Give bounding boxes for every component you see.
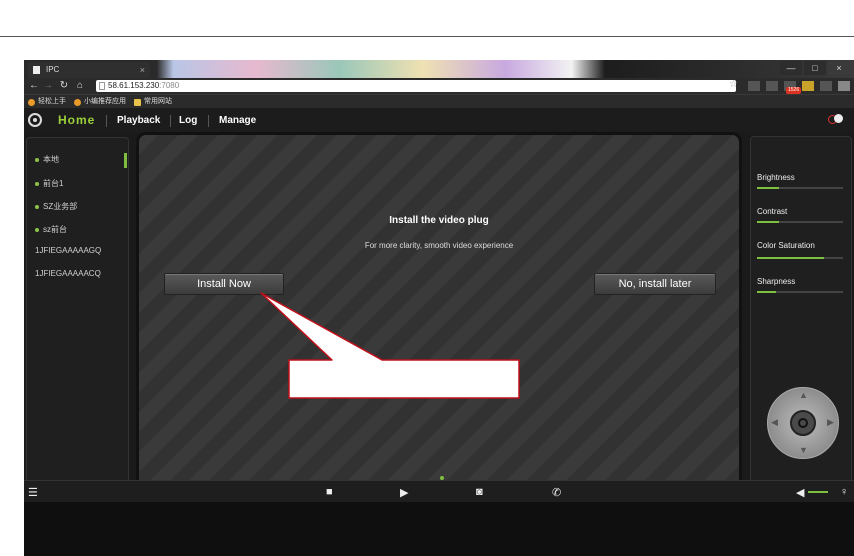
chrome-store-icon (74, 99, 81, 106)
playback-control-bar: ☰ ■ ▶ ◙ ✆ ◀ ♀ (24, 476, 854, 503)
app-logo-icon (28, 113, 42, 127)
window-controls: — □ × (780, 61, 850, 75)
reload-icon[interactable]: ↻ (58, 79, 70, 93)
user-icon[interactable]: ♀ (840, 486, 848, 498)
folder-icon (134, 99, 141, 106)
brightness-slider[interactable] (757, 187, 843, 189)
talk-phone-icon[interactable]: ✆ (552, 486, 561, 499)
notification-badge: 1526 (786, 87, 802, 94)
sharpness-label: Sharpness (757, 277, 796, 286)
bookmark-item[interactable]: 轻松上手 (28, 96, 66, 108)
sharpness-slider-fill (757, 291, 776, 293)
sidebar-item-device[interactable]: 1JFIEGAAAAAGQ (35, 246, 101, 255)
nav-separator (208, 115, 209, 127)
close-window-button[interactable]: × (828, 61, 850, 75)
bookmark-star-icon[interactable]: ☆ (729, 79, 738, 90)
mail-extension-icon[interactable] (766, 81, 778, 91)
address-port: :7080 (159, 81, 180, 90)
bookmark-item[interactable]: 小编推荐应用 (74, 96, 126, 108)
sidebar-scrollbar[interactable] (124, 153, 127, 168)
nav-manage[interactable]: Manage (219, 115, 256, 126)
online-dot-icon (35, 204, 39, 209)
callout-annotation (260, 292, 520, 399)
list-icon[interactable]: ☰ (28, 486, 38, 499)
online-dot-icon (35, 227, 39, 232)
bookmarks-bar: 轻松上手 小编推荐应用 常用网站 (24, 94, 854, 109)
notification-extension-icon[interactable]: 1526 (784, 81, 802, 94)
extension-area: 1526 (748, 80, 850, 94)
address-host: 58.61.153.230 (108, 81, 160, 90)
chrome-store-icon (28, 99, 35, 106)
browser-tab[interactable]: IPC × (28, 62, 150, 78)
browser-window: IPC × — □ × ← → ↻ ⌂ 58.61.153.230:7080 ☆… (24, 60, 854, 556)
nav-home[interactable]: Home (58, 113, 95, 127)
nav-separator (170, 115, 171, 127)
back-arrow-icon[interactable]: ← (28, 79, 40, 93)
tab-strip: IPC × — □ × (24, 60, 854, 78)
ptz-down-arrow-icon[interactable]: ▼ (799, 445, 808, 455)
tab-close-icon[interactable]: × (140, 62, 145, 78)
color-saturation-slider-fill (757, 257, 824, 259)
arrow-extension-icon[interactable] (802, 81, 814, 91)
ptz-up-arrow-icon[interactable]: ▲ (799, 390, 808, 400)
video-record-icon[interactable]: ▶ (400, 486, 408, 499)
page-favicon-icon (33, 66, 40, 74)
minimize-button[interactable]: — (780, 61, 802, 75)
brightness-slider-fill (757, 187, 779, 189)
ptz-center-button[interactable] (790, 410, 816, 436)
contrast-label: Contrast (757, 207, 788, 216)
plugin-install-panel: Install the video plug For more clarity,… (136, 132, 742, 538)
online-dot-icon (35, 157, 39, 162)
color-saturation-label: Color Saturation (757, 241, 815, 250)
app-header: Home Playback Log Manage (24, 108, 854, 132)
indicator-dot (440, 476, 444, 480)
nav-separator (106, 115, 107, 127)
sidebar-item-device[interactable]: 1JFIEGAAAAACQ (35, 269, 101, 278)
device-sidebar: 本地 前台1 SZ业务部 sz前台 1JFIEGAAAAAGQ 1JFIEGAA… (26, 137, 129, 533)
browser-toolbar: ← → ↻ ⌂ 58.61.153.230:7080 ☆ 1526 (24, 78, 854, 94)
extension-icon[interactable] (820, 81, 832, 91)
power-logout-icon[interactable] (828, 114, 843, 126)
wrench-menu-icon[interactable] (838, 81, 850, 91)
volume-icon[interactable]: ◀ (796, 486, 804, 499)
callout-arrow-shape (260, 292, 520, 399)
sidebar-item-sz-dept[interactable]: SZ业务部 (35, 201, 77, 212)
extension-icon[interactable] (748, 81, 760, 91)
volume-slider[interactable] (808, 491, 828, 493)
sharpness-slider[interactable] (757, 291, 843, 293)
sidebar-item-local[interactable]: 本地 (35, 154, 59, 165)
contrast-slider-fill (757, 221, 779, 223)
tab-title: IPC (46, 65, 60, 74)
nav-playback[interactable]: Playback (117, 115, 160, 126)
brightness-label: Brightness (757, 173, 795, 182)
contrast-slider[interactable] (757, 221, 843, 223)
online-dot-icon (35, 181, 39, 186)
page-top-rule (0, 36, 854, 37)
snapshot-camera-icon[interactable]: ◙ (476, 486, 483, 498)
maximize-button[interactable]: □ (804, 61, 826, 75)
forward-arrow-icon[interactable]: → (42, 79, 54, 93)
home-icon[interactable]: ⌂ (74, 79, 86, 93)
address-bar[interactable]: 58.61.153.230:7080 (96, 80, 736, 92)
bookmark-folder[interactable]: 常用网站 (134, 96, 172, 108)
color-saturation-slider[interactable] (757, 257, 843, 259)
sidebar-item-front1[interactable]: 前台1 (35, 178, 63, 189)
page-footer (24, 502, 854, 556)
nav-log[interactable]: Log (179, 115, 197, 126)
ptz-right-arrow-icon[interactable]: ▶ (827, 417, 834, 428)
image-adjust-panel: Brightness Contrast Color Saturation Sha… (750, 136, 852, 532)
stop-icon[interactable]: ■ (326, 486, 333, 498)
ptz-control-pad[interactable]: ▲ ▼ ◀ ▶ (767, 387, 839, 459)
page-icon (99, 82, 105, 90)
sidebar-item-sz-front[interactable]: sz前台 (35, 224, 67, 235)
ptz-left-arrow-icon[interactable]: ◀ (771, 417, 778, 428)
